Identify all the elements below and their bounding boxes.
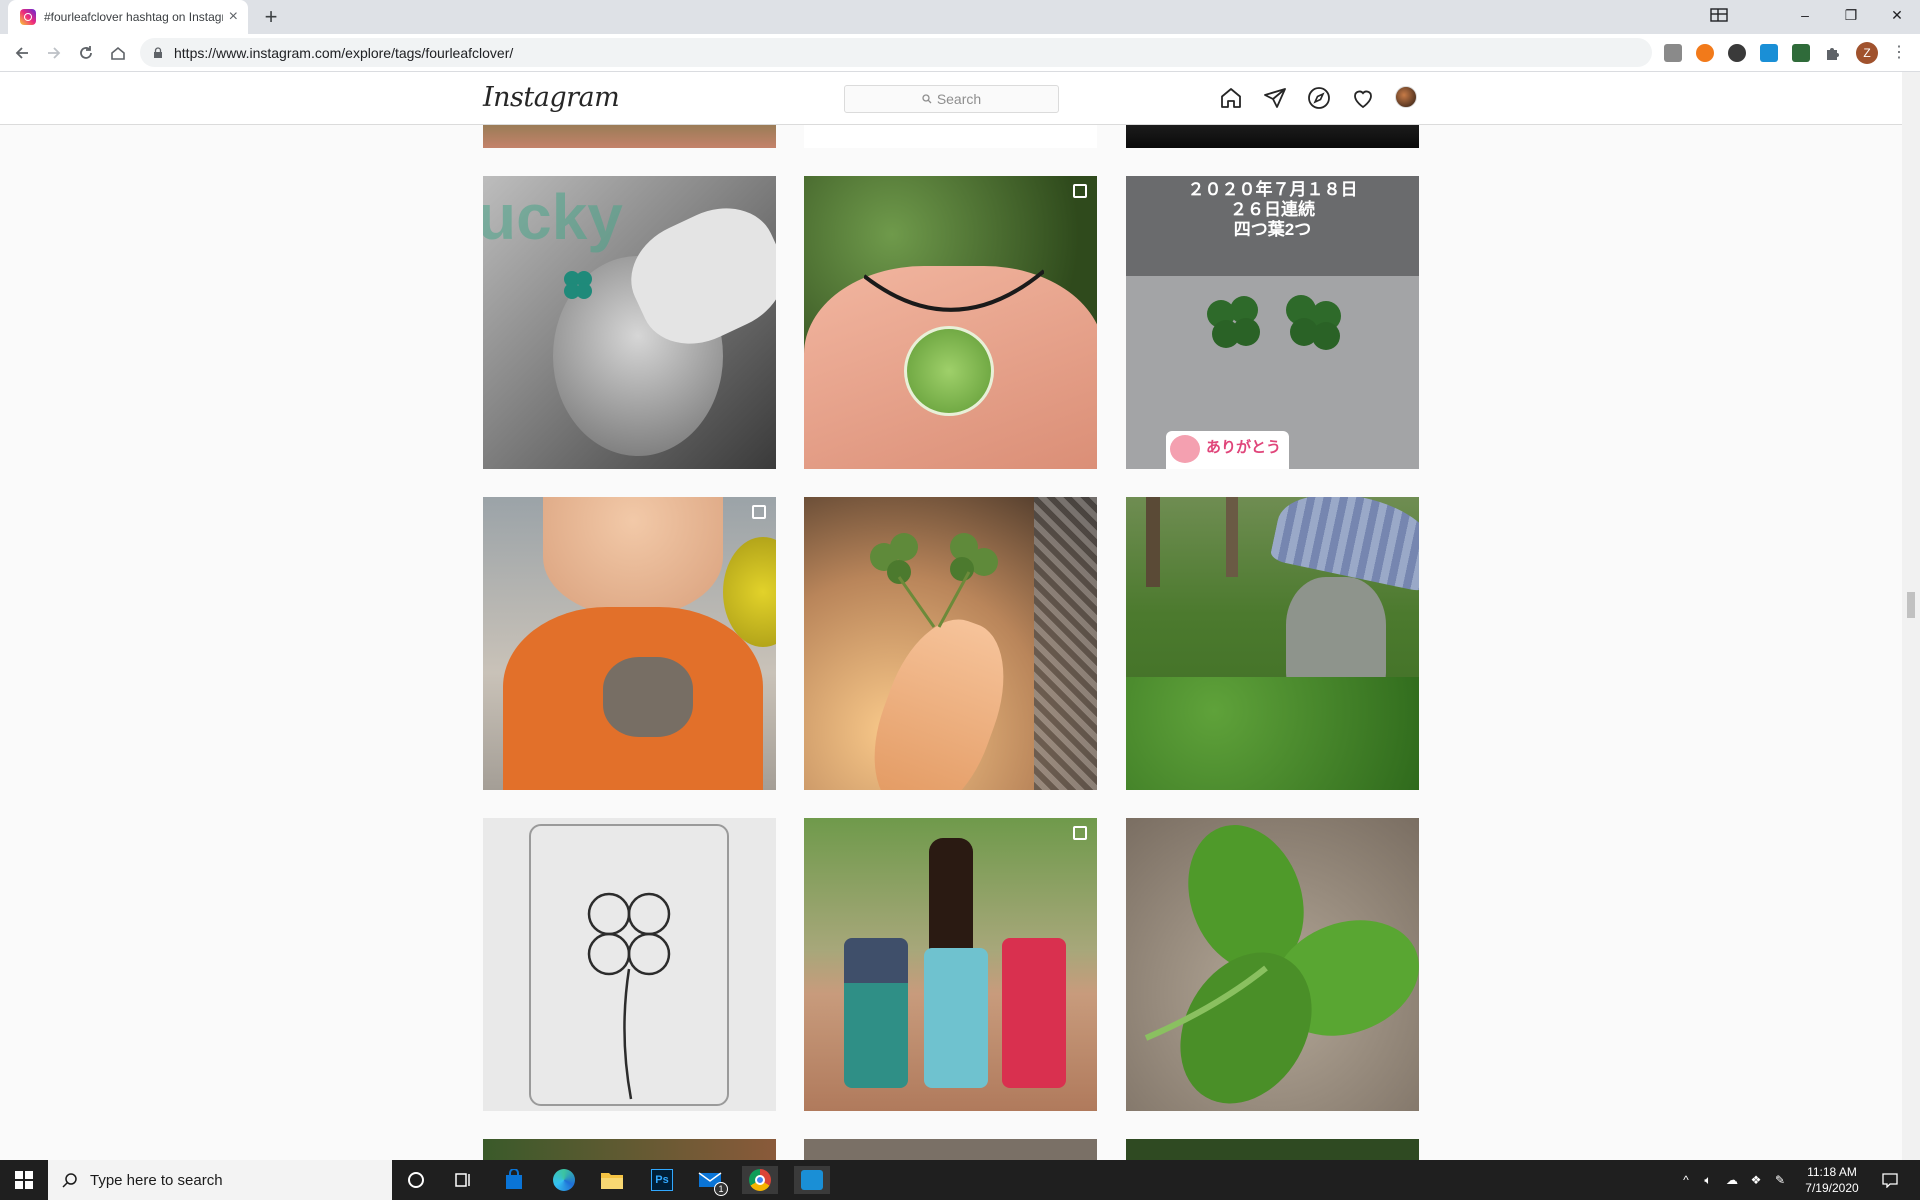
scrollbar-thumb[interactable]: [1907, 592, 1915, 618]
browser-toolbar: https://www.instagram.com/explore/tags/f…: [0, 34, 1920, 72]
tab-strip: #fourleafclover hashtag on Instagram × +…: [0, 0, 1920, 34]
home-icon[interactable]: [1219, 86, 1243, 110]
dark-extension-icon[interactable]: [1728, 44, 1746, 62]
taskbar-search-box[interactable]: Type here to search: [48, 1160, 392, 1200]
snipping-tool-icon[interactable]: [794, 1166, 830, 1194]
action-center-icon[interactable]: [1880, 1172, 1900, 1189]
windows-logo-icon: [15, 1171, 33, 1189]
clock-date: 7/19/2020: [1805, 1181, 1859, 1195]
green-extension-icon[interactable]: [1792, 44, 1810, 62]
clover-sprigs-icon: [870, 533, 998, 628]
clover-pair-icon: [1207, 295, 1341, 350]
direct-icon[interactable]: [1263, 86, 1287, 110]
profile-avatar-button[interactable]: Z: [1856, 42, 1878, 64]
clock-time: 11:18 AM: [1807, 1165, 1857, 1179]
tab-close-icon[interactable]: ×: [229, 9, 238, 25]
task-view-icon[interactable]: [449, 1166, 477, 1194]
post-tile-partial[interactable]: [1126, 1139, 1419, 1160]
instagram-favicon-icon: [20, 9, 36, 25]
browser-tab[interactable]: #fourleafclover hashtag on Instagram ×: [8, 0, 248, 34]
start-button[interactable]: [0, 1160, 48, 1200]
activity-icon[interactable]: [1351, 86, 1375, 110]
post-tile-partial[interactable]: [804, 1139, 1097, 1160]
show-hidden-icons-icon[interactable]: ^: [1678, 1172, 1694, 1188]
lock-icon: [154, 46, 162, 58]
multiple-posts-icon: [1073, 184, 1087, 198]
post-big-clover-leaf[interactable]: [1126, 818, 1419, 1111]
tab-search-icon[interactable]: [1696, 0, 1742, 30]
taskbar-search-placeholder: Type here to search: [90, 1171, 223, 1189]
post-tile-partial[interactable]: [483, 1139, 776, 1160]
clover-icon: [561, 268, 595, 302]
post-hand-clover[interactable]: [804, 497, 1097, 790]
search-icon: [62, 1173, 77, 1188]
store-icon[interactable]: [500, 1166, 528, 1194]
system-clock[interactable]: 11:18 AM 7/19/2020: [1796, 1164, 1868, 1196]
edge-icon[interactable]: [550, 1166, 578, 1194]
grammar-extension-icon[interactable]: [1664, 44, 1682, 62]
reload-icon[interactable]: [74, 41, 98, 65]
overlay-text: ucky: [483, 181, 623, 253]
restore-button[interactable]: ❐: [1828, 0, 1874, 30]
post-can-coolers[interactable]: [804, 818, 1097, 1111]
windows-taskbar: Type here to search Ps 1 ^ 🔈︎ ☁︎ ❖ ✎ 11:…: [0, 1160, 1920, 1200]
instagram-header: Instagram Search: [0, 72, 1902, 125]
new-tab-button[interactable]: +: [258, 4, 284, 30]
address-bar[interactable]: https://www.instagram.com/explore/tags/f…: [140, 38, 1652, 67]
overlay-date: ２０２０年７月１８日: [1187, 180, 1358, 199]
big-leaf-icon: [1144, 825, 1419, 1104]
search-input[interactable]: Search: [844, 85, 1059, 113]
tab-title: #fourleafclover hashtag on Instagram: [44, 10, 223, 24]
close-window-button[interactable]: ✕: [1874, 0, 1920, 30]
mail-icon[interactable]: 1: [696, 1166, 728, 1196]
clover-sketch-icon: [587, 892, 671, 1100]
thanks-sticker: ありがとう: [1166, 431, 1290, 469]
forward-icon[interactable]: [42, 41, 66, 65]
blue-extension-icon[interactable]: [1760, 44, 1778, 62]
home-button-icon[interactable]: [106, 41, 130, 65]
page-scrollbar[interactable]: [1902, 72, 1920, 1160]
menu-kebab-icon[interactable]: ⋮: [1890, 44, 1908, 62]
minimize-button[interactable]: –: [1782, 0, 1828, 30]
dropbox-icon[interactable]: ❖: [1748, 1172, 1764, 1188]
puzzle-extensions-icon[interactable]: [1824, 44, 1842, 62]
mail-badge: 1: [714, 1182, 728, 1196]
pen-icon[interactable]: ✎: [1772, 1172, 1788, 1188]
orange-extension-icon[interactable]: [1696, 44, 1714, 62]
explore-icon[interactable]: [1307, 86, 1331, 110]
post-clover-pendant[interactable]: [804, 176, 1097, 469]
instagram-logo[interactable]: Instagram: [483, 82, 620, 113]
url-text: https://www.instagram.com/explore/tags/f…: [174, 44, 514, 61]
multiple-posts-icon: [1073, 826, 1087, 840]
overlay-streak: ２６日連続: [1230, 200, 1315, 219]
post-man-clover-hair[interactable]: ucky: [483, 176, 776, 469]
multiple-posts-icon: [752, 505, 766, 519]
cortana-icon[interactable]: [402, 1166, 430, 1194]
file-explorer-icon[interactable]: [598, 1166, 626, 1194]
post-clover-drawing[interactable]: [483, 818, 776, 1111]
post-clover-count[interactable]: ２０２０年７月１８日 ２６日連続 四つ葉2つ ありがとう: [1126, 176, 1419, 469]
post-smiling-child[interactable]: [483, 497, 776, 790]
chrome-icon[interactable]: [742, 1166, 778, 1194]
post-forest-umbrella[interactable]: [1126, 497, 1419, 790]
search-placeholder: Search: [936, 91, 982, 107]
search-icon: [922, 94, 932, 104]
overlay-count: 四つ葉2つ: [1233, 220, 1312, 239]
photoshop-icon[interactable]: Ps: [648, 1166, 676, 1194]
volume-icon[interactable]: 🔈︎: [1700, 1172, 1716, 1188]
profile-avatar[interactable]: [1395, 86, 1419, 110]
back-icon[interactable]: [10, 41, 34, 65]
onedrive-icon[interactable]: ☁︎: [1724, 1172, 1740, 1188]
